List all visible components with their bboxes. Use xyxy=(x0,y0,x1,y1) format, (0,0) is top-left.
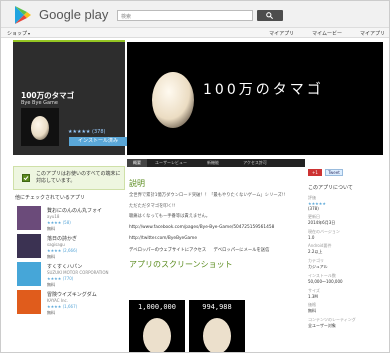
description-section: 説明 全世界で累計1億万ダウンロード突破！！「最もやりたくないゲーム」シリーズ!… xyxy=(129,169,305,274)
app-name[interactable]: 贅おにのんのん丸フォイ xyxy=(47,207,102,214)
nav-link-my-movies[interactable]: マイムービー xyxy=(312,30,342,37)
app-name[interactable]: すくすくハパン xyxy=(47,263,82,270)
app-rating: ★★★★ (770) xyxy=(47,276,74,281)
nav-link-my-apps[interactable]: マイアプリ xyxy=(269,30,294,37)
rating-count: (378) xyxy=(308,206,319,211)
search-icon xyxy=(266,12,273,19)
info-title: このアプリについて xyxy=(308,185,353,191)
list-item[interactable]: 贅おにのんのん丸フォイ ayu18 ★★★★ (58) 無料 xyxy=(15,206,125,234)
compatibility-notice: このアプリはお使いのすべての端末に対応しています。 xyxy=(13,166,125,190)
tab-permissions[interactable]: アクセス許可 xyxy=(235,159,275,167)
app-price: 無料 xyxy=(47,254,55,259)
tab-overview[interactable]: 概要 xyxy=(127,159,147,167)
developer-links: デベロッパーのウェブサイトにアクセス デベロッパーにメールを送信 xyxy=(129,247,305,253)
app-name[interactable]: 冒険ウイズキングダム xyxy=(47,291,97,298)
gplus-button[interactable]: +1 xyxy=(308,169,322,176)
installs-value: 50,000～100,000 xyxy=(308,279,343,284)
check-icon xyxy=(22,174,30,182)
description-heading: 説明 xyxy=(129,179,145,188)
page-frame: Google play 検索 ショップ マイアプリ マイムービー マイアプリ 1… xyxy=(0,0,390,353)
app-dev: sagisagu xyxy=(47,242,65,247)
list-item[interactable]: 冒険ウイズキングダム KAYAC Inc. ★★★★ (1,667) 無料 xyxy=(15,290,125,318)
size-value: 1.3M xyxy=(308,294,318,299)
app-dev: SUZUKI MOTOR CORPORATION xyxy=(47,270,109,275)
requirement-value: 2.2以上 xyxy=(308,249,323,254)
google-play-logo-icon[interactable] xyxy=(13,5,33,25)
screenshot-counter: 994,988 xyxy=(202,303,232,311)
nav-links: マイアプリ マイムービー マイアプリ xyxy=(269,30,385,37)
screenshot[interactable]: 1,000,000 xyxy=(129,300,185,352)
also-installed-list: 贅おにのんのん丸フォイ ayu18 ★★★★ (58) 無料 落日の詩かぎ sa… xyxy=(15,206,125,318)
detail-tabs: 概要 ユーザーレビュー 新機能 アクセス許可 xyxy=(127,159,305,167)
feature-banner: 100万のタマゴ xyxy=(127,42,383,155)
app-thumbnail[interactable] xyxy=(17,262,41,286)
twitter-link[interactable]: http://twitter.com/ByeByeGame xyxy=(129,236,305,241)
banner-title: 100万のタマゴ xyxy=(203,82,324,98)
egg-image xyxy=(152,72,194,128)
description-text: 全世界で累計1億万ダウンロード突破！！「最もやりたくないゲーム」シリーズ!! xyxy=(129,193,286,198)
list-item[interactable]: 落日の詩かぎ sagisagu ★★★★ (2,666) 無料 xyxy=(15,234,125,262)
screenshots-heading: アプリのスクリーンショット xyxy=(129,259,233,269)
app-name[interactable]: 落日の詩かぎ xyxy=(47,235,77,242)
app-card: 100万のタマゴ Bye Bye Game ★★★★★ (378) インストール… xyxy=(13,42,127,155)
search-button[interactable] xyxy=(257,10,283,21)
app-price: 無料 xyxy=(47,282,55,287)
description-text: 聴痛はくなってもー手番等は責えません。 xyxy=(129,214,211,219)
social-buttons: +1 Tweet xyxy=(308,169,383,176)
app-rating: ★★★★★ (378) xyxy=(68,129,106,135)
app-price: 無料 xyxy=(47,226,55,231)
tab-whats-new[interactable]: 新機能 xyxy=(197,159,229,167)
app-icon xyxy=(21,108,59,146)
search-input[interactable]: 検索 xyxy=(117,10,253,21)
app-thumbnail[interactable] xyxy=(17,290,41,314)
tweet-button[interactable]: Tweet xyxy=(325,169,343,176)
app-info-column: +1 Tweet このアプリについて 評価 ★★★★★ (378) 更新日 20… xyxy=(308,169,383,329)
content-rating-value: 全ユーザー対象 xyxy=(308,323,336,328)
app-rating: ★★★★ (58) xyxy=(47,220,71,225)
screenshot[interactable]: 994,988 xyxy=(189,300,245,352)
updated-value: 2014年6月3日 xyxy=(308,220,336,225)
screenshot-counter: 1,000,000 xyxy=(138,303,176,311)
description-text: ただただタマゴを叩く!! xyxy=(129,203,176,209)
brand-name[interactable]: Google play xyxy=(39,7,108,22)
price-value: 無料 xyxy=(308,308,316,313)
screenshot-strip: 1,000,000 994,988 xyxy=(129,300,249,352)
facebook-link[interactable]: http://www.facebook.com/pages/Bye-Bye-Ga… xyxy=(129,225,305,230)
header: Google play 検索 xyxy=(1,1,389,28)
app-developer[interactable]: Bye Bye Game xyxy=(21,100,58,106)
app-rating: ★★★★ (1,667) xyxy=(47,304,78,309)
app-dev: ayu18 xyxy=(47,214,60,219)
egg-image xyxy=(203,318,231,352)
app-thumbnail[interactable] xyxy=(17,234,41,258)
nav-bar: ショップ マイアプリ マイムービー マイアプリ xyxy=(1,28,389,38)
egg-icon xyxy=(31,116,49,140)
developer-email-link[interactable]: デベロッパーにメールを送信 xyxy=(214,248,270,253)
nav-link-my-apps-2[interactable]: マイアプリ xyxy=(360,30,385,37)
list-item[interactable]: すくすくハパン SUZUKI MOTOR CORPORATION ★★★★ (7… xyxy=(15,262,125,290)
developer-website-link[interactable]: デベロッパーのウェブサイトにアクセス xyxy=(129,248,206,253)
app-thumbnail[interactable] xyxy=(17,206,41,230)
app-dev: KAYAC Inc. xyxy=(47,298,69,303)
install-button[interactable]: インストール済み xyxy=(69,137,127,146)
also-installed-title: 他にチェックされているアプリ xyxy=(15,195,85,201)
app-rating: ★★★★ (2,666) xyxy=(47,248,78,253)
category-value[interactable]: カジュアル xyxy=(308,264,383,270)
app-price: 無料 xyxy=(47,310,55,315)
notice-text: このアプリはお使いのすべての端末に対応しています。 xyxy=(36,171,121,184)
egg-image xyxy=(143,318,171,352)
version-value: 1.0 xyxy=(308,235,315,240)
shop-menu[interactable]: ショップ xyxy=(7,30,30,37)
tab-reviews[interactable]: ユーザーレビュー xyxy=(151,159,191,167)
